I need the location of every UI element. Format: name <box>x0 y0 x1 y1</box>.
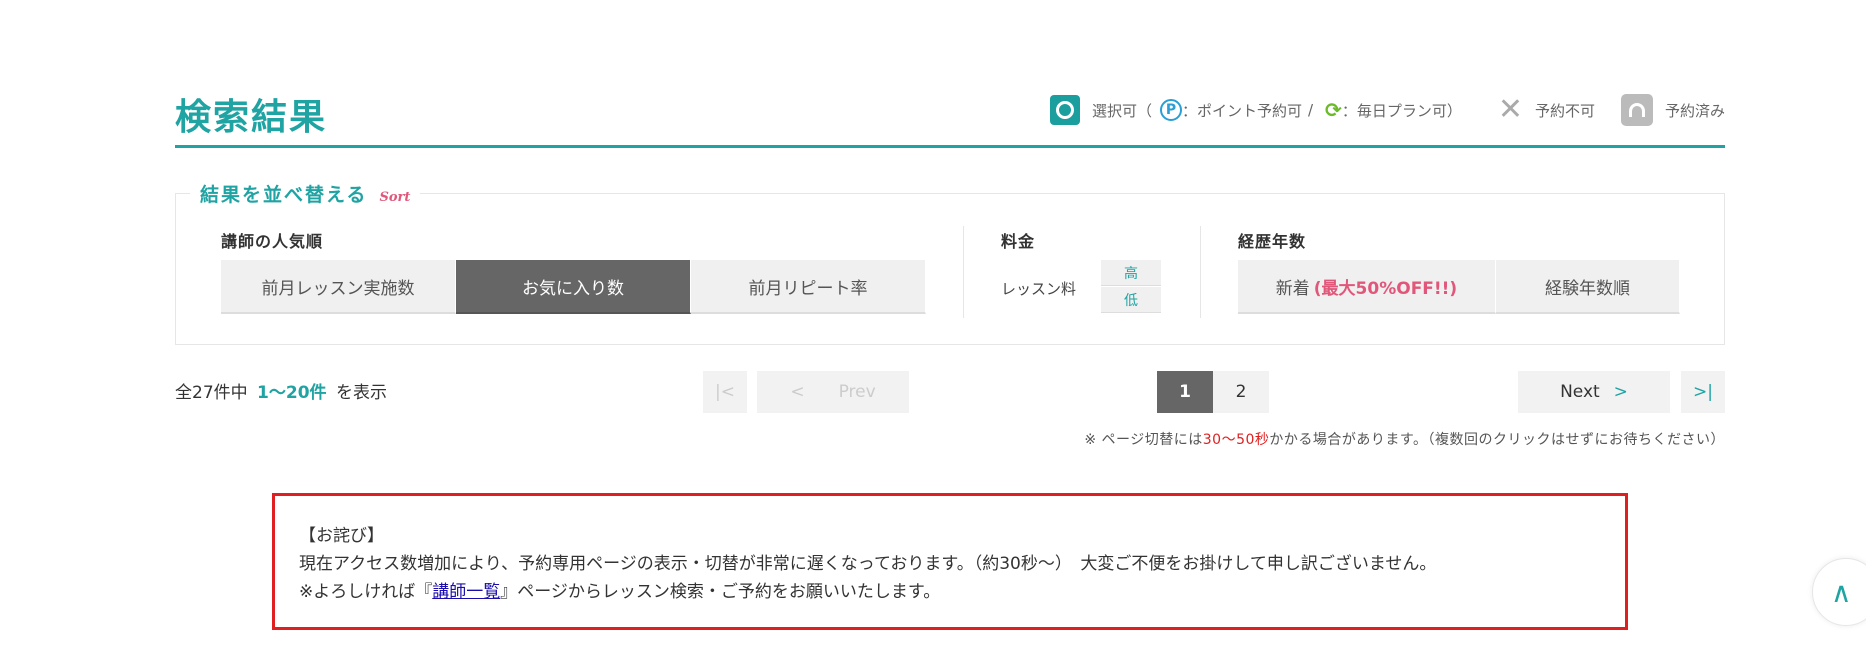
point-icon: P <box>1159 99 1182 121</box>
legend-separator: / <box>1307 101 1314 119</box>
booked-icon <box>1620 94 1653 126</box>
last-page-button[interactable]: >| <box>1681 371 1725 413</box>
sort-title-text: 結果を並べ替える <box>200 184 368 206</box>
results-count: 全27件中 1～20件 を表示 <box>175 378 387 403</box>
sort-option-monthly-lessons[interactable]: 前月レッスン実施数 <box>221 260 456 314</box>
sort-option-experience-years[interactable]: 経験年数順 <box>1496 260 1680 314</box>
notice-part1: ※ ページ切替には <box>1084 432 1203 448</box>
legend-daily: ：毎日プラン可） <box>1341 101 1462 120</box>
apology-title: 【お詫び】 <box>299 526 384 546</box>
status-legend: 選択可（ P ：ポイント予約可 / ⟳ ：毎日プラン可） ✕ 予約不可 予約済み <box>1049 92 1725 127</box>
chevron-right-icon: > <box>1613 382 1628 402</box>
apology-notice: 【お詫び】 現在アクセス数増加により、予約専用ページの表示・切替が非常に遅くなっ… <box>272 493 1628 630</box>
first-page-button[interactable]: |< <box>703 371 747 413</box>
fee-label: 料金 <box>1001 232 1036 251</box>
sort-option-repeat-rate[interactable]: 前月リピート率 <box>691 260 926 314</box>
sort-title-en: Sort <box>379 190 411 205</box>
divider <box>1200 226 1201 318</box>
apology-line2: ※よろしければ『講師一覧』ページからレッスン検索・ご予約をお願いいたします。 <box>299 578 1601 606</box>
chevron-left-icon: < <box>790 382 805 402</box>
newest-discount-badge: (最大50%OFF!!) <box>1313 278 1458 299</box>
notice-highlight: 30～50秒 <box>1202 432 1270 448</box>
prev-page-button[interactable]: < Prev <box>757 371 909 413</box>
daily-plan-icon: ⟳ <box>1325 98 1342 122</box>
legend-point: ：ポイント予約可 <box>1181 101 1302 120</box>
legend-unavailable: 予約不可 <box>1534 101 1595 120</box>
next-page-button[interactable]: Next > <box>1518 371 1670 413</box>
results-count-prefix: 全27件中 <box>175 383 248 403</box>
back-to-top-button[interactable]: ∧ <box>1812 558 1866 626</box>
newest-label: 新着 <box>1275 278 1310 299</box>
selectable-icon <box>1049 95 1080 125</box>
popularity-sort-options: 前月レッスン実施数 お気に入り数 前月リピート率 <box>221 260 926 314</box>
lesson-fee-label: レッスン料 <box>1001 280 1077 298</box>
sort-fee-low-button[interactable]: 低 <box>1101 287 1161 313</box>
unavailable-icon: ✕ <box>1497 92 1523 127</box>
results-count-range: 1～20件 <box>257 383 327 403</box>
teacher-list-link[interactable]: 講師一覧 <box>432 582 500 602</box>
apology-line2-prefix: ※よろしければ『 <box>299 582 433 602</box>
popularity-label: 講師の人気順 <box>221 232 324 251</box>
divider <box>963 226 964 318</box>
sort-panel: 結果を並べ替える Sort 講師の人気順 前月レッスン実施数 お気に入り数 前月… <box>175 180 1725 345</box>
page-1-button[interactable]: 1 <box>1157 371 1213 413</box>
results-header: 検索結果 選択可（ P ：ポイント予約可 / ⟳ ：毎日プラン可） ✕ 予約不可… <box>175 88 1725 148</box>
sort-option-newest[interactable]: 新着 (最大50%OFF!!) <box>1238 260 1496 314</box>
experience-sort-options: 新着 (最大50%OFF!!) 経験年数順 <box>1238 260 1680 314</box>
page-2-button[interactable]: 2 <box>1213 371 1269 413</box>
sort-fee-high-button[interactable]: 高 <box>1101 260 1161 286</box>
page-title: 検索結果 <box>175 97 328 138</box>
legend-selectable: 選択可（ <box>1091 101 1152 120</box>
experience-label: 経歴年数 <box>1238 232 1307 251</box>
apology-line1: 現在アクセス数増加により、予約専用ページの表示・切替が非常に遅くなっております。… <box>299 554 1437 574</box>
apology-line2-suffix: 』ページからレッスン検索・ご予約をお願いいたします。 <box>500 582 941 602</box>
prev-label: Prev <box>838 382 876 402</box>
legend-booked: 予約済み <box>1664 101 1725 120</box>
chevron-up-icon: ∧ <box>1831 575 1852 609</box>
page-switch-notice: ※ ページ切替には30～50秒かかる場合があります。（複数回のクリックはせずにお… <box>1084 429 1725 449</box>
results-count-suffix: を表示 <box>335 383 387 403</box>
next-label: Next <box>1560 382 1600 402</box>
sort-title: 結果を並べ替える Sort <box>190 180 421 207</box>
notice-part2: かかる場合があります。（複数回のクリックはせずにお待ちください） <box>1269 432 1725 448</box>
sort-option-favorites[interactable]: お気に入り数 <box>456 260 691 314</box>
